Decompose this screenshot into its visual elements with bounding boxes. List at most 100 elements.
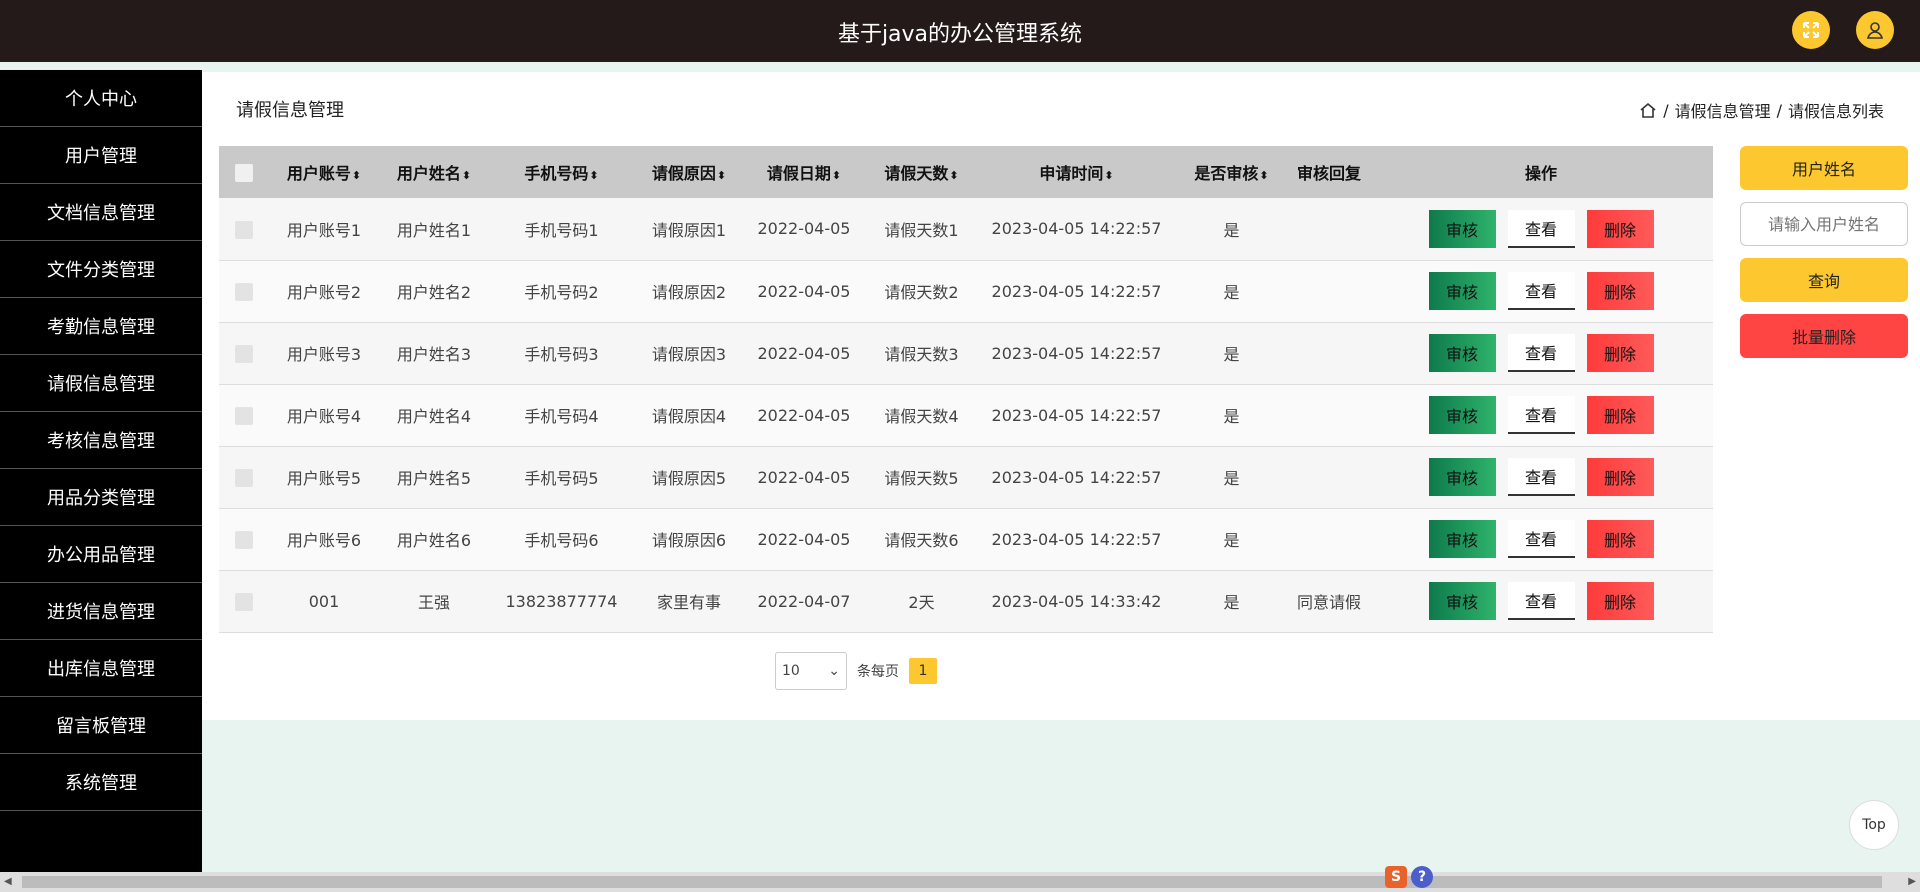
table-cell: 2023-04-05 14:22:57 bbox=[991, 343, 1162, 363]
view-button[interactable]: 查看 bbox=[1507, 396, 1575, 434]
row-checkbox[interactable] bbox=[235, 282, 253, 301]
sidebar-item[interactable]: 系统管理 bbox=[0, 754, 202, 811]
horizontal-scrollbar[interactable]: ◀ ▶ bbox=[0, 872, 1920, 892]
table-row: 用户账号2 用户姓名2 手机号码2 请假原因2 2022-04-05 请假天数2 2023-… bbox=[219, 260, 1713, 322]
fullscreen-icon bbox=[1803, 22, 1819, 38]
sidebar-item[interactable]: 留言板管理 bbox=[0, 697, 202, 754]
view-button[interactable]: 查看 bbox=[1507, 272, 1575, 310]
sort-icon[interactable]: ⬍ bbox=[949, 169, 958, 182]
leave-table: 用户账号⬍ 用户姓名⬍ 手机号码⬍ 请假原因⬍ 请假日期⬍ 请假天数⬍ 申请时间⬍ 是否审核⬍… bbox=[219, 146, 1713, 633]
sidebar-item[interactable]: 个人中心 bbox=[0, 70, 202, 127]
row-checkbox[interactable] bbox=[235, 592, 253, 611]
table-cell bbox=[1289, 260, 1369, 322]
sidebar-item[interactable]: 文档信息管理 bbox=[0, 184, 202, 241]
search-panel: 用户姓名 查询 批量删除 bbox=[1740, 146, 1908, 370]
row-checkbox-cell bbox=[219, 446, 269, 508]
sidebar-item[interactable]: 用品分类管理 bbox=[0, 469, 202, 526]
select-all-checkbox[interactable] bbox=[235, 163, 253, 182]
column-header[interactable]: 用户姓名⬍ bbox=[379, 146, 489, 198]
column-header-label: 审核回复 bbox=[1296, 164, 1361, 183]
sidebar-item[interactable]: 出库信息管理 bbox=[0, 640, 202, 697]
column-header[interactable]: 请假天数⬍ bbox=[864, 146, 979, 198]
column-header[interactable]: 手机号码⬍ bbox=[489, 146, 634, 198]
audit-button[interactable]: 审核 bbox=[1428, 458, 1496, 496]
delete-button[interactable]: 删除 bbox=[1586, 520, 1654, 558]
batch-delete-button[interactable]: 批量删除 bbox=[1740, 314, 1908, 358]
sidebar-item[interactable]: 办公用品管理 bbox=[0, 526, 202, 583]
audit-button[interactable]: 审核 bbox=[1428, 520, 1496, 558]
breadcrumb-item-1[interactable]: 请假信息管理 bbox=[1675, 98, 1771, 122]
home-icon[interactable] bbox=[1639, 101, 1657, 119]
table-cell: 手机号码1 bbox=[524, 220, 599, 240]
sort-icon[interactable]: ⬍ bbox=[832, 169, 841, 182]
column-header: 审核回复 bbox=[1289, 146, 1369, 198]
audit-button[interactable]: 审核 bbox=[1428, 209, 1496, 248]
table-cell: 请假天数5 bbox=[884, 469, 959, 488]
user-avatar-button[interactable] bbox=[1856, 11, 1894, 49]
view-button[interactable]: 查看 bbox=[1507, 334, 1575, 372]
column-header[interactable]: 请假日期⬍ bbox=[744, 146, 864, 198]
delete-button[interactable]: 删除 bbox=[1586, 272, 1654, 310]
sort-icon[interactable]: ⬍ bbox=[717, 169, 726, 182]
column-header[interactable]: 申请时间⬍ bbox=[979, 146, 1174, 198]
column-header[interactable]: 是否审核⬍ bbox=[1174, 146, 1289, 198]
page-size-select[interactable]: 10 ⌄ bbox=[775, 652, 847, 690]
sidebar-item[interactable]: 考勤信息管理 bbox=[0, 298, 202, 355]
delete-button[interactable]: 删除 bbox=[1586, 582, 1654, 620]
sort-icon[interactable]: ⬍ bbox=[1259, 169, 1268, 182]
scroll-right-icon[interactable]: ▶ bbox=[1908, 876, 1916, 887]
audit-button[interactable]: 审核 bbox=[1428, 334, 1496, 372]
row-checkbox-cell bbox=[219, 570, 269, 632]
audit-button[interactable]: 审核 bbox=[1428, 582, 1496, 620]
page-number-button[interactable]: 1 bbox=[909, 658, 937, 684]
view-button[interactable]: 查看 bbox=[1507, 520, 1575, 558]
scroll-left-icon[interactable]: ◀ bbox=[4, 876, 12, 887]
table-cell: 请假原因1 bbox=[651, 220, 727, 240]
table-cell: 2022-04-05 bbox=[757, 529, 851, 549]
row-checkbox[interactable] bbox=[235, 530, 253, 549]
table-cell: 2023-04-05 14:22:57 bbox=[991, 219, 1162, 239]
view-button[interactable]: 查看 bbox=[1507, 209, 1575, 248]
table-cell: 用户账号1 bbox=[286, 220, 362, 240]
row-checkbox[interactable] bbox=[235, 468, 253, 487]
row-checkbox-cell bbox=[219, 322, 269, 384]
table-cell: 请假天数4 bbox=[884, 407, 959, 426]
row-checkbox[interactable] bbox=[235, 344, 253, 363]
breadcrumb: / 请假信息管理 / 请假信息列表 bbox=[1639, 98, 1884, 122]
row-checkbox[interactable] bbox=[235, 220, 253, 239]
delete-button[interactable]: 删除 bbox=[1586, 209, 1654, 248]
table-cell: 王强 bbox=[417, 593, 450, 612]
search-input[interactable] bbox=[1740, 202, 1908, 246]
sort-icon[interactable]: ⬍ bbox=[1104, 169, 1113, 182]
delete-button[interactable]: 删除 bbox=[1586, 396, 1654, 434]
row-checkbox[interactable] bbox=[235, 406, 253, 425]
help-icon[interactable]: ? bbox=[1411, 866, 1433, 888]
column-header[interactable]: 请假原因⬍ bbox=[634, 146, 744, 198]
sidebar-item[interactable]: 请假信息管理 bbox=[0, 355, 202, 412]
back-to-top-button[interactable]: Top bbox=[1849, 800, 1899, 850]
table-row: 用户账号1 用户姓名1 手机号码1 请假原因1 2022-04-05 请假天数1 2023-… bbox=[219, 198, 1713, 260]
sidebar-item[interactable]: 考核信息管理 bbox=[0, 412, 202, 469]
sidebar-item[interactable]: 文件分类管理 bbox=[0, 241, 202, 298]
scrollbar-thumb[interactable] bbox=[22, 876, 1882, 888]
audit-button[interactable]: 审核 bbox=[1428, 272, 1496, 310]
table-row: 用户账号5 用户姓名5 手机号码5 请假原因5 2022-04-05 请假天数5 2023-… bbox=[219, 446, 1713, 508]
table-cell: 手机号码4 bbox=[524, 407, 599, 426]
delete-button[interactable]: 删除 bbox=[1586, 458, 1654, 496]
fullscreen-button[interactable] bbox=[1792, 11, 1830, 49]
sort-icon[interactable]: ⬍ bbox=[352, 169, 361, 182]
ime-icon[interactable]: S bbox=[1385, 866, 1407, 888]
delete-button[interactable]: 删除 bbox=[1586, 334, 1654, 372]
column-header[interactable]: 用户账号⬍ bbox=[269, 146, 379, 198]
view-button[interactable]: 查看 bbox=[1507, 458, 1575, 496]
sort-icon[interactable]: ⬍ bbox=[589, 169, 598, 182]
query-button[interactable]: 查询 bbox=[1740, 258, 1908, 302]
view-button[interactable]: 查看 bbox=[1507, 582, 1575, 620]
per-page-label: 条每页 bbox=[857, 664, 899, 680]
sort-icon[interactable]: ⬍ bbox=[462, 169, 471, 182]
sidebar-item[interactable]: 用户管理 bbox=[0, 127, 202, 184]
audit-button[interactable]: 审核 bbox=[1428, 396, 1496, 434]
sidebar-item[interactable]: 进货信息管理 bbox=[0, 583, 202, 640]
table-cell: 手机号码5 bbox=[524, 469, 599, 488]
column-header-label: 请假原因 bbox=[651, 164, 716, 183]
